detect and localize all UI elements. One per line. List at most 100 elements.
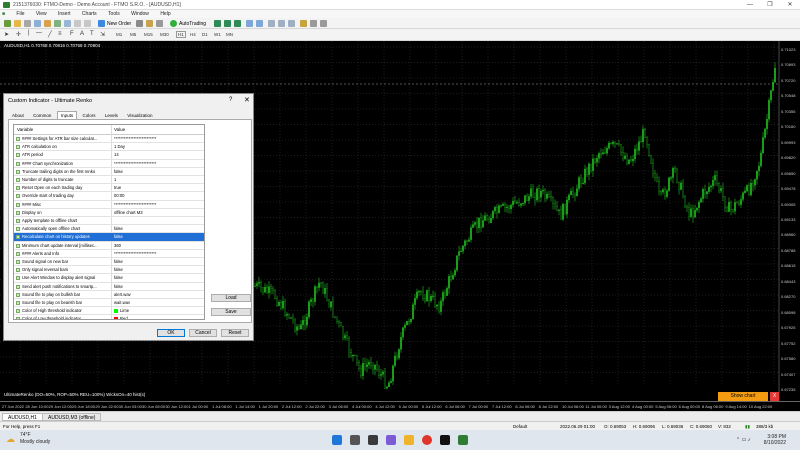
maximize-button[interactable]: ❐ <box>760 0 780 10</box>
input-row[interactable]: Send alert push notifications to smartp.… <box>14 283 204 291</box>
input-row[interactable]: Recalculate chart on history updates fals… <box>14 233 204 242</box>
input-value[interactable]: Lime <box>114 308 129 313</box>
arrows-icon[interactable]: ⇲ <box>100 31 105 38</box>
input-value[interactable]: 00:00 <box>114 193 124 198</box>
input-value[interactable]: 14 <box>114 152 119 157</box>
menu-view[interactable]: View <box>31 10 52 18</box>
timeframe-w1[interactable]: W1 <box>214 32 221 37</box>
input-value[interactable]: offline chart M3 <box>114 210 143 215</box>
input-row[interactable]: Minimum chart update interval [millisec.… <box>14 242 204 250</box>
input-row[interactable]: Display on offline chart M3 <box>14 209 204 217</box>
periods-icon[interactable] <box>310 20 317 27</box>
input-row[interactable]: #### Alerts and Info ********************… <box>14 250 204 258</box>
menu-insert[interactable]: Insert <box>53 10 76 18</box>
input-value[interactable]: ************************** <box>114 136 156 141</box>
input-row[interactable]: Sound file to play on bullish bar alert.w… <box>14 291 204 299</box>
open-icon[interactable] <box>14 20 21 27</box>
input-value[interactable]: ************************** <box>114 161 156 166</box>
vertical-line-icon[interactable]: | <box>28 30 30 36</box>
autoscroll-icon[interactable] <box>278 20 285 27</box>
channel-icon[interactable]: ≡ <box>58 31 62 37</box>
trendline-icon[interactable]: ╱ <box>48 31 52 38</box>
fibonacci-icon[interactable]: F <box>70 31 74 37</box>
show-chart-button[interactable]: Show chart <box>718 392 768 401</box>
zoom-in-icon[interactable] <box>246 20 253 27</box>
search-icon[interactable] <box>350 435 360 445</box>
input-value[interactable]: ************************** <box>114 251 156 256</box>
tab-audusd-m3-offline[interactable]: AUDUSD,M3 (offline) <box>42 413 102 421</box>
strategy-tester-icon[interactable] <box>74 20 81 27</box>
menu-window[interactable]: Window <box>126 10 154 18</box>
reset-button[interactable]: Reset <box>221 329 249 337</box>
input-row[interactable]: Sound signal on new bar false <box>14 258 204 267</box>
input-row[interactable]: ATR period 14 <box>14 151 204 160</box>
navigator-icon[interactable] <box>54 20 61 27</box>
metaeditor-icon[interactable] <box>136 20 143 27</box>
signals-icon[interactable] <box>146 20 153 27</box>
menu-file[interactable]: File <box>11 10 29 18</box>
input-row[interactable]: Override start of trading day 00:00 <box>14 192 204 201</box>
menu-charts[interactable]: Charts <box>77 10 102 18</box>
line-chart-icon[interactable] <box>234 20 241 27</box>
timeframe-h1[interactable]: H1 <box>176 31 186 38</box>
input-row[interactable]: ATR calculation on 1 Day <box>14 143 204 152</box>
input-row[interactable]: Reset Open on each trading day true <box>14 184 204 193</box>
opera-icon[interactable] <box>422 435 432 445</box>
tradingview-icon[interactable] <box>440 435 450 445</box>
metatrader-icon[interactable] <box>458 435 468 445</box>
chat-icon[interactable] <box>386 435 396 445</box>
profiles-icon[interactable] <box>24 20 31 27</box>
new-order-icon[interactable] <box>98 20 105 27</box>
templates-icon[interactable] <box>320 20 327 27</box>
crosshair-icon[interactable]: ✛ <box>16 31 21 38</box>
input-value[interactable]: wait.wav <box>114 300 130 305</box>
input-row[interactable]: Color of High threshold indicator Lime <box>14 307 204 316</box>
input-value[interactable]: false <box>114 267 123 272</box>
input-value[interactable]: Red <box>114 316 128 319</box>
input-row[interactable]: #### Settings for ATR bar size calculat.… <box>14 135 204 144</box>
grid-scrollbar[interactable] <box>204 135 205 319</box>
autotrading-button[interactable]: AutoTrading <box>179 21 206 27</box>
input-value[interactable]: true <box>114 185 121 190</box>
input-row[interactable]: #### Misc ************************** <box>14 201 204 209</box>
input-row[interactable]: #### Chart synchronization **************… <box>14 160 204 168</box>
timeframe-d1[interactable]: D1 <box>202 32 208 37</box>
market-watch-icon[interactable] <box>34 20 41 27</box>
market-icon[interactable] <box>156 20 163 27</box>
indicators-icon[interactable] <box>300 20 307 27</box>
zoom-out-icon[interactable] <box>256 20 263 27</box>
input-row[interactable]: Sound file to play on bearish bar wait.wa… <box>14 299 204 308</box>
system-clock[interactable]: 3:08 PM 8/10/2022 <box>764 434 786 446</box>
file-explorer-icon[interactable] <box>404 435 414 445</box>
input-value[interactable]: false <box>114 259 123 264</box>
timeframe-m5[interactable]: M5 <box>130 32 136 37</box>
tab-audusd-h1[interactable]: AUDUSD,H1 <box>2 413 43 421</box>
menu-tools[interactable]: Tools <box>103 10 125 18</box>
input-value[interactable]: alert.wav <box>114 292 131 297</box>
load-button[interactable]: Load <box>211 294 251 302</box>
options-icon[interactable] <box>84 20 91 27</box>
input-row[interactable]: Color of Low threshold indicator Red <box>14 315 204 319</box>
label-icon[interactable]: T <box>90 31 94 37</box>
chart-shift-icon[interactable] <box>288 20 295 27</box>
input-row[interactable]: Number of digits to truncate 1 <box>14 176 204 185</box>
input-value[interactable]: false <box>114 284 123 289</box>
save-button[interactable]: Save <box>211 308 251 316</box>
minimize-button[interactable]: — <box>740 0 760 10</box>
menu-help[interactable]: Help <box>155 10 175 18</box>
text-icon[interactable]: A <box>80 31 84 37</box>
input-row[interactable]: Apply template to offline chart <box>14 217 204 226</box>
terminal-icon[interactable] <box>64 20 71 27</box>
close-panel-button[interactable]: X <box>770 392 779 401</box>
start-icon[interactable] <box>332 435 342 445</box>
input-value[interactable]: false <box>114 169 123 174</box>
candlestick-icon[interactable] <box>224 20 231 27</box>
cancel-button[interactable]: Cancel <box>189 329 217 337</box>
input-value[interactable]: 360 <box>114 243 121 248</box>
dialog-close-button[interactable]: ✕ <box>244 96 250 104</box>
input-value[interactable]: false <box>114 234 123 239</box>
new-order-button[interactable]: New Order <box>107 21 131 27</box>
ok-button[interactable]: OK <box>157 329 185 337</box>
tile-windows-icon[interactable] <box>268 20 275 27</box>
timeframe-m30[interactable]: M30 <box>160 32 169 37</box>
